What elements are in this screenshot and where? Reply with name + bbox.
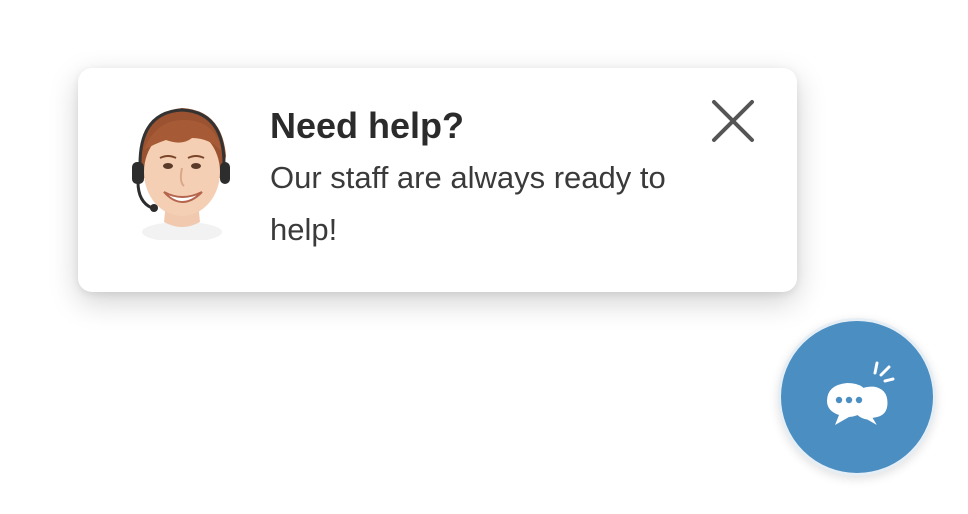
close-button[interactable] — [710, 98, 756, 144]
page: Need help? Our staff are always ready to… — [0, 0, 968, 514]
support-agent-avatar — [126, 98, 230, 242]
popup-text-block: Need help? Our staff are always ready to… — [270, 104, 730, 256]
popup-title: Need help? — [270, 105, 465, 146]
help-popup-card: Need help? Our staff are always ready to… — [78, 68, 797, 292]
close-icon — [710, 100, 756, 147]
chat-launcher-button[interactable] — [778, 318, 936, 476]
popup-message: Our staff are always ready to help! — [270, 160, 666, 247]
